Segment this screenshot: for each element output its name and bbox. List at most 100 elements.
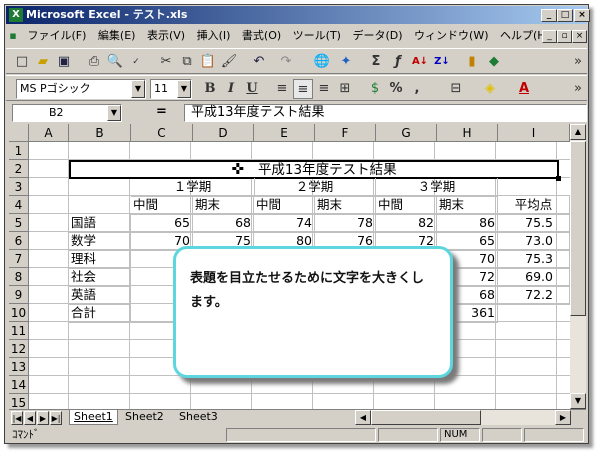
close-button[interactable]: × xyxy=(574,9,590,22)
cell[interactable]: 75.5 xyxy=(498,214,570,233)
maximize-button[interactable]: □ xyxy=(557,9,573,22)
row-header[interactable]: 7 xyxy=(9,250,29,268)
scroll-right-icon[interactable]: ▶ xyxy=(555,410,571,425)
underline-icon[interactable]: U xyxy=(242,79,262,99)
cell[interactable]: 期末 xyxy=(437,196,498,215)
row-header[interactable]: 5 xyxy=(9,214,29,232)
menu-view[interactable]: 表示(V) xyxy=(143,26,189,46)
sort-descending-icon[interactable]: Z↓ xyxy=(432,52,452,72)
next-sheet-icon[interactable]: ▶ xyxy=(37,411,49,425)
horizontal-scrollbar[interactable]: ◀ ▶ xyxy=(355,410,571,425)
function-icon[interactable]: ƒ xyxy=(388,52,408,72)
cell[interactable]: 78 xyxy=(315,214,376,233)
row-header[interactable]: 14 xyxy=(9,376,29,394)
column-header[interactable]: D xyxy=(193,124,254,142)
spelling-icon[interactable]: ✓ xyxy=(126,52,146,72)
menu-insert[interactable]: 挿入(I) xyxy=(193,26,235,46)
align-center-icon[interactable]: ≡ xyxy=(293,79,313,99)
row-header[interactable]: 13 xyxy=(9,358,29,376)
column-header[interactable]: C xyxy=(131,124,193,142)
print-icon[interactable]: ⎙ xyxy=(84,52,104,72)
scroll-up-icon[interactable]: ▲ xyxy=(570,124,586,140)
web-toolbar-icon[interactable]: ✦ xyxy=(336,52,356,72)
redo-icon[interactable]: ↷ xyxy=(276,52,296,72)
menu-window[interactable]: ウィンドウ(W) xyxy=(410,26,492,46)
bold-icon[interactable]: B xyxy=(200,79,220,99)
horizontal-scroll-thumb[interactable] xyxy=(371,410,481,425)
cell[interactable]: 期末 xyxy=(193,196,254,215)
format-painter-icon[interactable]: 🖌 xyxy=(219,52,239,72)
column-header[interactable]: F xyxy=(315,124,376,142)
font-name-select[interactable]: MS Pゴシック ▼ xyxy=(16,79,146,99)
row-header[interactable]: 6 xyxy=(9,232,29,250)
borders-icon[interactable]: ⊟ xyxy=(446,79,466,99)
scroll-thumb[interactable] xyxy=(570,141,586,316)
print-preview-icon[interactable]: 🔍 xyxy=(105,52,125,72)
formula-equals-icon[interactable]: = xyxy=(156,104,167,119)
toolbar-options-icon[interactable]: » xyxy=(568,79,588,99)
sheet-tab-1[interactable]: Sheet1 xyxy=(69,410,118,425)
column-header[interactable]: A xyxy=(29,124,69,142)
chevron-down-icon[interactable]: ▼ xyxy=(131,80,145,98)
selected-cell-b2[interactable]: ✜ 平成13年度テスト結果 xyxy=(69,160,559,179)
copy-icon[interactable]: ⧉ xyxy=(177,52,197,72)
row-header[interactable]: 12 xyxy=(9,340,29,358)
scroll-left-icon[interactable]: ◀ xyxy=(355,410,371,425)
undo-icon[interactable]: ↶ xyxy=(249,52,269,72)
cell[interactable]: 理科 xyxy=(69,250,131,269)
percent-icon[interactable]: % xyxy=(386,79,406,99)
fill-color-icon[interactable]: ◈ xyxy=(480,79,500,99)
last-sheet-icon[interactable]: ▶| xyxy=(50,411,62,425)
cell[interactable]: 期末 xyxy=(315,196,376,215)
cell[interactable]: 69.0 xyxy=(498,268,570,287)
term-2-header[interactable]: ２学期 xyxy=(254,178,376,197)
excel-app-icon[interactable]: X xyxy=(9,8,23,22)
cell[interactable]: 平均点 xyxy=(498,196,570,215)
menu-format[interactable]: 書式(O) xyxy=(238,26,285,46)
minimize-button[interactable]: _ xyxy=(541,9,557,22)
row-header[interactable]: 9 xyxy=(9,286,29,304)
cell[interactable]: 中間 xyxy=(131,196,193,215)
cell[interactable]: 82 xyxy=(376,214,437,233)
doc-close-button[interactable]: × xyxy=(572,30,587,43)
font-size-select[interactable]: 11 ▼ xyxy=(150,79,192,99)
font-color-icon[interactable]: A xyxy=(514,79,534,99)
doc-minimize-button[interactable]: _ xyxy=(542,30,557,43)
new-icon[interactable]: □ xyxy=(12,52,32,72)
merge-center-icon[interactable]: ⊞ xyxy=(335,79,355,99)
align-right-icon[interactable]: ≡ xyxy=(314,79,334,99)
cell[interactable]: 英語 xyxy=(69,286,131,305)
drawing-icon[interactable]: ◆ xyxy=(484,52,504,72)
row-header[interactable]: 4 xyxy=(9,196,29,214)
column-header[interactable]: G xyxy=(376,124,437,142)
cell[interactable]: 65 xyxy=(131,214,193,233)
currency-icon[interactable]: $ xyxy=(365,79,385,99)
cell[interactable]: 74 xyxy=(254,214,315,233)
chevron-down-icon[interactable]: ▼ xyxy=(107,105,121,121)
comma-style-icon[interactable]: , xyxy=(407,79,427,99)
sort-ascending-icon[interactable]: A↓ xyxy=(410,52,430,72)
row-header[interactable]: 15 xyxy=(9,394,29,409)
cell[interactable]: 86 xyxy=(437,214,498,233)
align-left-icon[interactable]: ≡ xyxy=(272,79,292,99)
menu-data[interactable]: データ(D) xyxy=(348,26,406,46)
term-1-header[interactable]: １学期 xyxy=(131,178,255,197)
term-3-header[interactable]: ３学期 xyxy=(376,178,498,197)
row-header[interactable]: 1 xyxy=(9,142,29,160)
cell[interactable]: 合計 xyxy=(69,304,131,323)
sheet-tab-3[interactable]: Sheet3 xyxy=(175,410,222,425)
menu-tools[interactable]: ツール(T) xyxy=(289,26,345,46)
name-box[interactable]: B2 ▼ xyxy=(12,104,122,122)
italic-icon[interactable]: I xyxy=(221,79,241,99)
column-header[interactable]: H xyxy=(437,124,498,142)
hyperlink-icon[interactable]: 🌐 xyxy=(312,52,332,72)
cell[interactable]: 社会 xyxy=(69,268,131,287)
menu-file[interactable]: ファイル(F) xyxy=(24,26,91,46)
cell[interactable]: 国語 xyxy=(69,214,131,233)
row-header[interactable]: 3 xyxy=(9,178,29,196)
paste-icon[interactable]: 📋 xyxy=(198,52,218,72)
cell[interactable]: 中間 xyxy=(254,196,315,215)
cut-icon[interactable]: ✂ xyxy=(156,52,176,72)
row-header[interactable]: 11 xyxy=(9,322,29,340)
row-header[interactable]: 2 xyxy=(9,160,29,178)
